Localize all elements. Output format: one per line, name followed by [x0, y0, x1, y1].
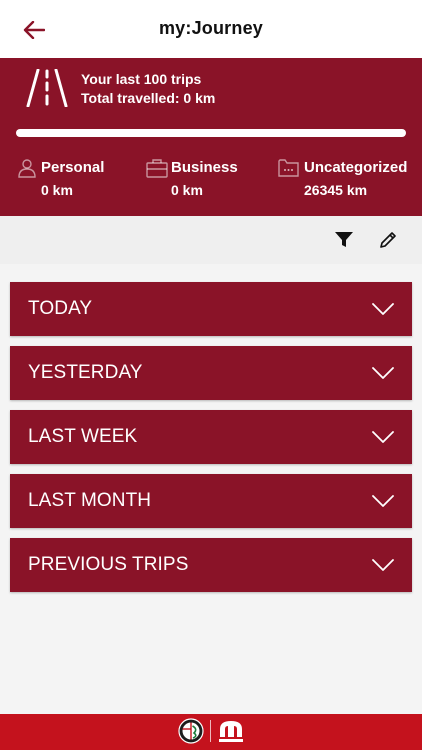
- trip-groups-list: TODAY YESTERDAY LAST WEEK LAST MONTH PRE…: [10, 282, 412, 602]
- category-value: 26345 km: [304, 182, 368, 198]
- distance-progress-bar: [16, 129, 406, 137]
- trips-summary-text: Your last 100 trips Total travelled: 0 k…: [81, 70, 215, 108]
- chevron-down-icon: [372, 303, 394, 315]
- group-previous-trips[interactable]: PREVIOUS TRIPS: [10, 538, 412, 592]
- group-label: TODAY: [28, 298, 93, 319]
- chevron-down-icon: [372, 495, 394, 507]
- app-header: my:Journey: [0, 0, 422, 58]
- trips-count-label: Your last 100 trips: [81, 71, 202, 87]
- group-label: PREVIOUS TRIPS: [28, 554, 189, 575]
- group-yesterday[interactable]: YESTERDAY: [10, 346, 412, 400]
- group-last-week[interactable]: LAST WEEK: [10, 410, 412, 464]
- logo-divider: [209, 720, 211, 742]
- category-label: Personal: [41, 159, 105, 176]
- person-icon: [18, 159, 36, 178]
- group-label: LAST MONTH: [28, 490, 152, 511]
- chevron-down-icon: [372, 559, 394, 571]
- total-distance-label: Total travelled: 0 km: [81, 90, 216, 106]
- group-last-month[interactable]: LAST MONTH: [10, 474, 412, 528]
- chevron-down-icon: [372, 431, 394, 443]
- folder-icon: [278, 159, 299, 177]
- group-label: YESTERDAY: [28, 362, 143, 383]
- page-title: my:Journey: [158, 18, 264, 38]
- category-label: Uncategorized: [304, 159, 408, 176]
- edit-button[interactable]: [377, 229, 399, 251]
- filter-button[interactable]: [333, 229, 355, 251]
- category-value: 0 km: [41, 182, 73, 198]
- pencil-icon: [380, 232, 396, 248]
- trip-summary-panel: Your last 100 trips Total travelled: 0 k…: [0, 58, 422, 216]
- group-today[interactable]: TODAY: [10, 282, 412, 336]
- alfa-romeo-logo-icon: [177, 718, 204, 744]
- category-value: 0 km: [171, 182, 203, 198]
- briefcase-icon: [146, 159, 168, 178]
- brand-logos: [0, 718, 422, 744]
- road-icon: [26, 69, 68, 107]
- chevron-down-icon: [372, 367, 394, 379]
- list-toolbar: [0, 216, 422, 264]
- filter-icon: [335, 232, 353, 247]
- brand-footer: [0, 714, 422, 750]
- group-label: LAST WEEK: [28, 426, 138, 447]
- mopar-logo-icon: [218, 721, 243, 742]
- category-label: Business: [171, 159, 238, 176]
